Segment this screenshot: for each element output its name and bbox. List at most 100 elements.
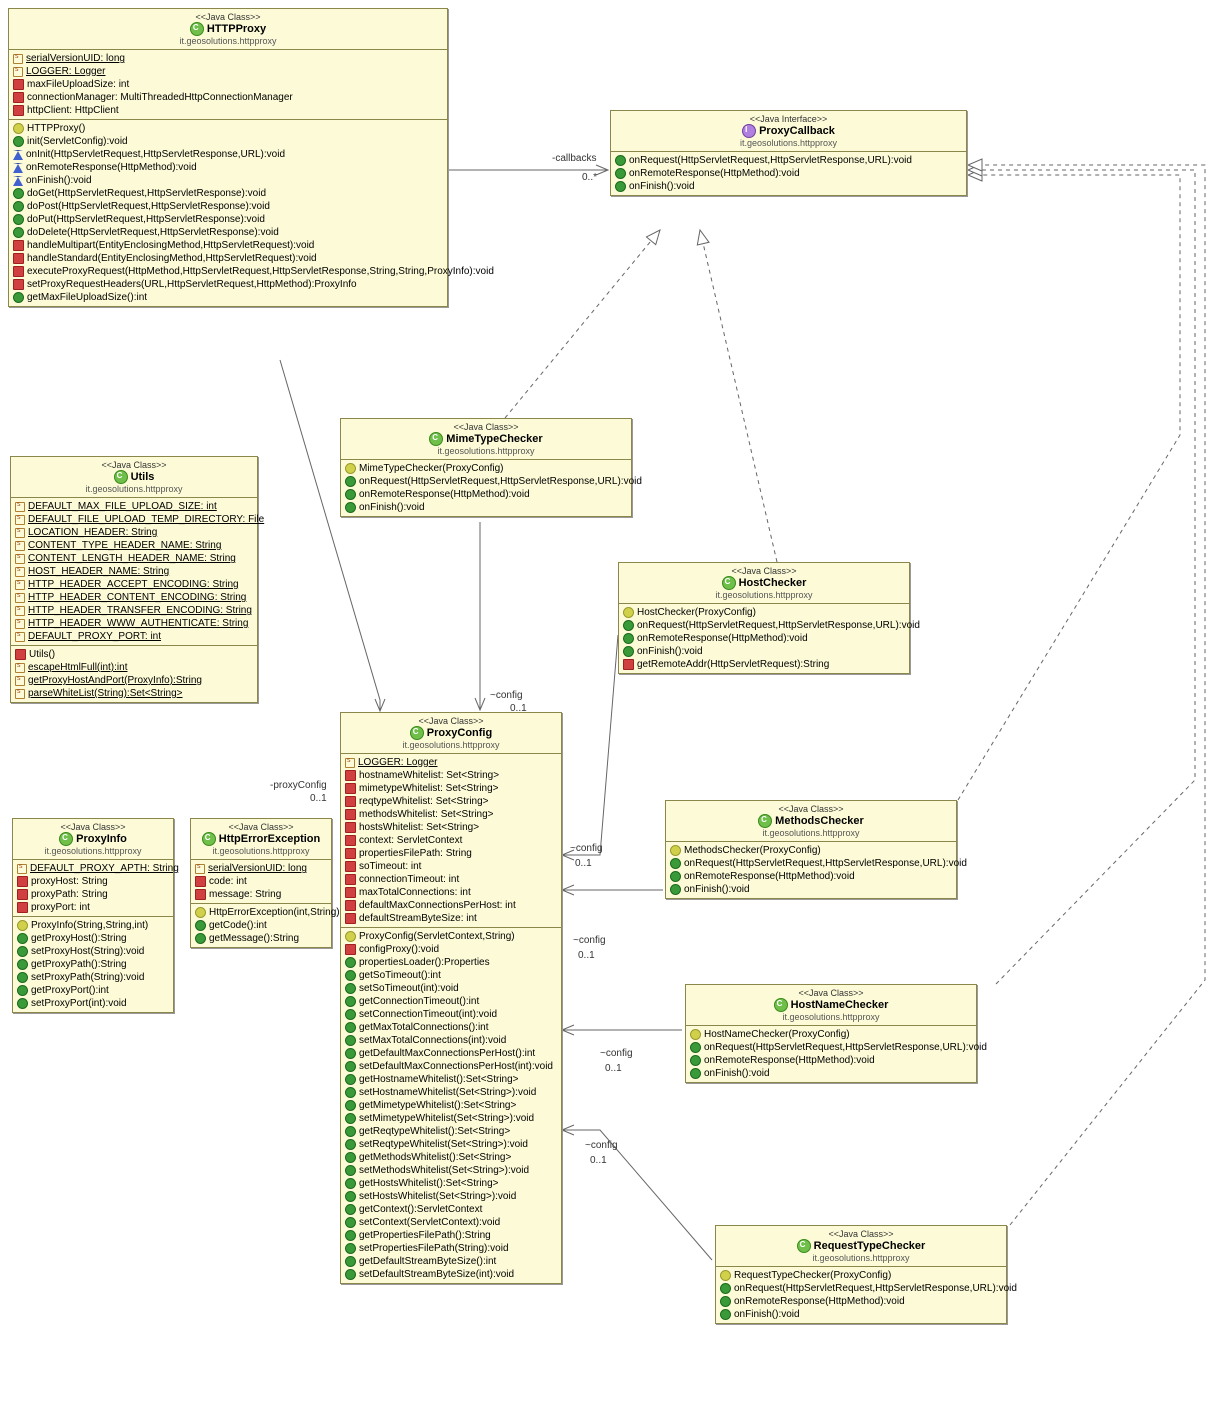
member-row: mimetypeWhitelist: Set<String>	[345, 782, 557, 795]
member-row: onRequest(HttpServletRequest,HttpServlet…	[720, 1282, 1002, 1295]
member-row: onFinish():void	[670, 883, 952, 896]
member-text: CONTENT_TYPE_HEADER_NAME: String	[28, 540, 221, 551]
member-text: getConnectionTimeout():int	[359, 996, 479, 1007]
member-text: handleMultipart(EntityEnclosingMethod,Ht…	[27, 240, 314, 251]
class-hostnamechecker[interactable]: <<Java Class>> HostNameChecker it.geosol…	[685, 984, 977, 1083]
visibility-icon	[345, 1269, 356, 1280]
visibility-icon	[195, 907, 206, 918]
config-mult3: 0..1	[578, 950, 595, 961]
member-row: MimeTypeChecker(ProxyConfig)	[345, 462, 627, 475]
member-row: getMimetypeWhitelist():Set<String>	[345, 1099, 557, 1112]
visibility-icon	[13, 67, 23, 77]
class-proxyconfig[interactable]: <<Java Class>> ProxyConfig it.geosolutio…	[340, 712, 562, 1284]
member-row: ProxyInfo(String,String,int)	[17, 919, 169, 932]
class-icon	[429, 432, 443, 446]
member-row: setProxyPort(int):void	[17, 997, 169, 1010]
visibility-icon	[345, 1139, 356, 1150]
visibility-icon	[13, 240, 24, 251]
member-row: setProxyHost(String):void	[17, 945, 169, 958]
member-text: doDelete(HttpServletRequest,HttpServletR…	[27, 227, 279, 238]
member-text: propertiesFilePath: String	[359, 848, 472, 859]
visibility-icon	[345, 1165, 356, 1176]
member-row: getSoTimeout():int	[345, 969, 557, 982]
member-row: defaultMaxConnectionsPerHost: int	[345, 899, 557, 912]
member-row: connectionManager: MultiThreadedHttpConn…	[13, 91, 443, 104]
member-row: getDefaultStreamByteSize():int	[345, 1255, 557, 1268]
class-hostchecker[interactable]: <<Java Class>> HostChecker it.geosolutio…	[618, 562, 910, 674]
class-mimetypechecker[interactable]: <<Java Class>> MimeTypeChecker it.geosol…	[340, 418, 632, 517]
member-row: maxTotalConnections: int	[345, 886, 557, 899]
visibility-icon	[345, 463, 356, 474]
class-httperrorexception[interactable]: <<Java Class>> HttpErrorException it.geo…	[190, 818, 332, 948]
visibility-icon	[670, 845, 681, 856]
visibility-icon	[345, 1087, 356, 1098]
member-row: setPropertiesFilePath(String):void	[345, 1242, 557, 1255]
visibility-icon	[345, 1074, 356, 1085]
visibility-icon	[623, 633, 634, 644]
member-text: MethodsChecker(ProxyConfig)	[684, 845, 821, 856]
interface-proxycallback[interactable]: <<Java Interface>> ProxyCallback it.geos…	[610, 110, 967, 196]
member-text: getRemoteAddr(HttpServletRequest):String	[637, 659, 829, 670]
visibility-icon	[13, 292, 24, 303]
visibility-icon	[13, 214, 24, 225]
member-row: setContext(ServletContext):void	[345, 1216, 557, 1229]
class-proxyinfo[interactable]: <<Java Class>> ProxyInfo it.geosolutions…	[12, 818, 174, 1013]
member-row: LOGGER: Logger	[13, 65, 443, 78]
visibility-icon	[345, 476, 356, 487]
visibility-icon	[345, 502, 356, 513]
visibility-icon	[345, 809, 356, 820]
member-row: setDefaultMaxConnectionsPerHost(int):voi…	[345, 1060, 557, 1073]
visibility-icon	[13, 123, 24, 134]
member-text: setHostsWhitelist(Set<String>):void	[359, 1191, 516, 1202]
member-text: mimetypeWhitelist: Set<String>	[359, 783, 499, 794]
visibility-icon	[15, 606, 25, 616]
member-text: setReqtypeWhitelist(Set<String>):void	[359, 1139, 528, 1150]
member-text: onRequest(HttpServletRequest,HttpServlet…	[734, 1283, 1017, 1294]
visibility-icon	[345, 848, 356, 859]
proxyconfig-label: -proxyConfig	[270, 780, 327, 791]
class-requesttypechecker[interactable]: <<Java Class>> RequestTypeChecker it.geo…	[715, 1225, 1007, 1324]
member-text: Utils()	[29, 649, 55, 660]
visibility-icon	[13, 54, 23, 64]
visibility-icon	[615, 168, 626, 179]
member-text: hostsWhitelist: Set<String>	[359, 822, 479, 833]
member-row: getRemoteAddr(HttpServletRequest):String	[623, 658, 905, 671]
member-text: LOGGER: Logger	[358, 757, 437, 768]
member-text: onRequest(HttpServletRequest,HttpServlet…	[359, 476, 642, 487]
member-text: reqtypeWhitelist: Set<String>	[359, 796, 489, 807]
member-row: getContext():ServletContext	[345, 1203, 557, 1216]
visibility-icon	[345, 957, 356, 968]
visibility-icon	[13, 105, 24, 116]
config-label4: ~config	[600, 1048, 633, 1059]
member-row: init(ServletConfig):void	[13, 135, 443, 148]
visibility-icon	[195, 889, 206, 900]
member-text: HOST_HEADER_NAME: String	[28, 566, 169, 577]
member-text: setMethodsWhitelist(Set<String>):void	[359, 1165, 529, 1176]
visibility-icon	[623, 646, 634, 657]
member-text: CONTENT_LENGTH_HEADER_NAME: String	[28, 553, 236, 564]
member-text: methodsWhitelist: Set<String>	[359, 809, 494, 820]
class-name: MimeTypeChecker	[446, 433, 542, 445]
member-row: configProxy():void	[345, 943, 557, 956]
member-row: propertiesLoader():Properties	[345, 956, 557, 969]
visibility-icon	[345, 983, 356, 994]
visibility-icon	[345, 1230, 356, 1241]
class-methodschecker[interactable]: <<Java Class>> MethodsChecker it.geosolu…	[665, 800, 957, 899]
visibility-icon	[345, 1243, 356, 1254]
member-row: onRemoteResponse(HttpMethod):void	[615, 167, 962, 180]
class-utils[interactable]: <<Java Class>> Utils it.geosolutions.htt…	[10, 456, 258, 703]
member-text: DEFAULT_PROXY_APTH: String	[30, 863, 179, 874]
member-text: HttpErrorException(int,String)	[209, 907, 340, 918]
member-text: proxyPath: String	[31, 889, 108, 900]
class-icon	[758, 814, 772, 828]
class-httpproxy[interactable]: <<Java Class>> HTTPProxy it.geosolutions…	[8, 8, 448, 307]
member-row: getMaxFileUploadSize():int	[13, 291, 443, 304]
visibility-icon	[345, 1022, 356, 1033]
member-row: LOGGER: Logger	[345, 756, 557, 769]
stereotype: <<Java Class>>	[15, 12, 441, 22]
interface-icon	[742, 124, 756, 138]
visibility-icon	[195, 876, 206, 887]
class-icon	[202, 832, 216, 846]
visibility-icon	[345, 996, 356, 1007]
member-row: connectionTimeout: int	[345, 873, 557, 886]
